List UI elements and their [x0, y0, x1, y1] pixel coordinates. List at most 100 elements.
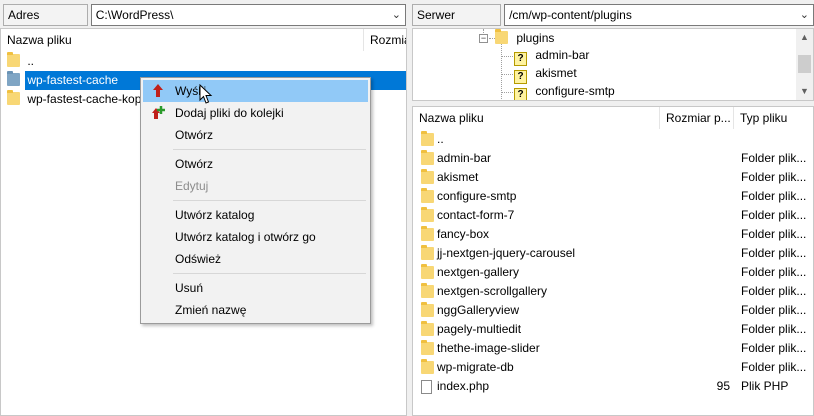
remote-path-combo[interactable]: /cm/wp-content/plugins ⌄ [504, 4, 814, 26]
file-name: akismet [437, 170, 479, 184]
file-type: Folder plik... [741, 360, 807, 374]
menu-separator [173, 200, 366, 201]
file-name: nextgen-scrollgallery [437, 284, 548, 298]
file-name: wp-migrate-db [437, 360, 514, 374]
tree-scrollbar[interactable]: ▲ ▼ [796, 29, 813, 100]
scroll-thumb[interactable] [798, 55, 811, 73]
table-row[interactable]: admin-bar Folder plik... [413, 149, 813, 168]
table-row[interactable]: nggGalleryview Folder plik... [413, 301, 813, 320]
file-name: admin-bar [437, 151, 492, 165]
menu-item-label: Edytuj [175, 179, 209, 193]
menu-item-dodaj-pliki-do-kolejki[interactable]: Dodaj pliki do kolejki [143, 102, 368, 124]
menu-item-label: Dodaj pliki do kolejki [175, 106, 284, 120]
menu-item-usun[interactable]: Usuń [143, 277, 368, 299]
tree-item-admin-bar[interactable]: ? admin-bar [514, 46, 589, 66]
file-type: Folder plik... [741, 265, 807, 279]
table-row[interactable]: fancy-box Folder plik... [413, 225, 813, 244]
folder-icon [7, 71, 20, 86]
scroll-down-icon[interactable]: ▼ [796, 83, 813, 100]
folder-icon [421, 359, 434, 374]
file-name: .. [437, 132, 444, 146]
table-row[interactable]: nextgen-gallery Folder plik... [413, 263, 813, 282]
folder-icon [421, 264, 434, 279]
folder-icon [7, 90, 20, 105]
menu-item-otworz[interactable]: Otwórz [143, 124, 368, 146]
scroll-up-icon[interactable]: ▲ [796, 29, 813, 46]
chevron-down-icon[interactable]: ⌄ [800, 5, 809, 25]
table-row[interactable]: nextgen-scrollgallery Folder plik... [413, 282, 813, 301]
file-type: Folder plik... [741, 189, 807, 203]
local-address-bar: Adres lokalny: C:\WordPress\ ⌄ [0, 0, 406, 42]
remote-column-size[interactable]: Rozmiar p... [660, 107, 733, 129]
file-type: Plik PHP [741, 379, 789, 393]
remote-file-list: ⌃ Nazwa pliku Rozmiar p... Typ pliku ..a… [412, 106, 814, 416]
table-row[interactable]: wp-migrate-db Folder plik... [413, 358, 813, 377]
table-row[interactable]: jj-nextgen-jquery-carousel Folder plik... [413, 244, 813, 263]
local-path-value: C:\WordPress\ [95, 8, 174, 22]
remote-column-type[interactable]: Typ pliku [734, 107, 813, 129]
collapse-icon[interactable]: − [479, 34, 488, 43]
remote-path-value: /cm/wp-content/plugins [509, 8, 632, 22]
table-row[interactable]: akismet Folder plik... [413, 168, 813, 187]
folder-icon [421, 207, 434, 222]
table-row[interactable]: configure-smtp Folder plik... [413, 187, 813, 206]
menu-item-edytuj: Edytuj [143, 175, 368, 197]
file-icon [421, 380, 432, 394]
menu-item-wyslij[interactable]: Wyślij [143, 80, 368, 102]
table-row[interactable]: pagely-multiedit Folder plik... [413, 320, 813, 339]
remote-column-name[interactable]: Nazwa pliku [413, 107, 659, 129]
folder-icon [421, 283, 434, 298]
menu-item-utworz-katalog[interactable]: Utwórz katalog [143, 204, 368, 226]
folder-icon [421, 245, 434, 260]
folder-icon [421, 321, 434, 336]
menu-separator [173, 149, 366, 150]
tree-item-label: configure-smtp [535, 84, 615, 98]
table-row[interactable]: thethe-image-slider Folder plik... [413, 339, 813, 358]
folder-icon [7, 52, 20, 67]
file-type: Folder plik... [741, 246, 807, 260]
folder-icon [495, 29, 508, 44]
file-name: wp-fastest-cache-kop [27, 92, 142, 106]
local-column-size[interactable]: Rozmia [364, 29, 406, 51]
file-name: nextgen-gallery [437, 265, 520, 279]
file-name: fancy-box [437, 227, 490, 241]
folder-icon [421, 131, 434, 146]
add-to-queue-icon [152, 106, 165, 119]
file-type: Folder plik... [741, 151, 807, 165]
table-row[interactable]: .. [413, 130, 813, 149]
tree-item-akismet[interactable]: ? akismet [514, 64, 577, 84]
remote-address-label: Serwer zdalny: [412, 4, 502, 42]
tree-line [501, 56, 513, 57]
remote-directory-tree: − plugins ? admin-bar ? akismet ? config… [412, 28, 814, 101]
file-name: jj-nextgen-jquery-carousel [437, 246, 576, 260]
ftp-client-window: Adres lokalny: C:\WordPress\ ⌄ Serwer zd… [0, 0, 814, 416]
menu-item-label: Otwórz [175, 157, 214, 171]
file-name: thethe-image-slider [437, 341, 540, 355]
file-type: Folder plik... [741, 208, 807, 222]
list-item[interactable]: .. [1, 52, 406, 71]
menu-item-label: Utwórz katalog [175, 208, 255, 222]
menu-item-utworz-katalog-i-otworz-go[interactable]: Utwórz katalog i otwórz go [143, 226, 368, 248]
local-path-combo[interactable]: C:\WordPress\ ⌄ [90, 4, 406, 26]
table-row[interactable]: index.php 95 Plik PHP [413, 377, 813, 396]
menu-item-otworz[interactable]: Otwórz [143, 153, 368, 175]
tree-item-configure-smtp[interactable]: ? configure-smtp [514, 82, 615, 100]
menu-item-zmien-nazwe[interactable]: Zmień nazwę [143, 299, 368, 321]
local-column-name[interactable]: Nazwa pliku [1, 29, 361, 51]
file-type: Folder plik... [741, 322, 807, 336]
chevron-down-icon[interactable]: ⌄ [392, 5, 401, 25]
file-type: Folder plik... [741, 303, 807, 317]
file-name: index.php [437, 379, 490, 393]
menu-separator [173, 273, 366, 274]
table-row[interactable]: contact-form-7 Folder plik... [413, 206, 813, 225]
folder-icon [421, 169, 434, 184]
menu-item-label: Usuń [175, 281, 204, 295]
folder-icon [421, 340, 434, 355]
remote-address-bar: Serwer zdalny: /cm/wp-content/plugins ⌄ [409, 0, 814, 42]
menu-item-label: Utwórz katalog i otwórz go [175, 230, 316, 244]
menu-item-odswiez[interactable]: Odśwież [143, 248, 368, 270]
folder-icon [421, 302, 434, 317]
file-name: .. [27, 54, 35, 68]
folder-icon [421, 188, 434, 203]
tree-item-label: akismet [535, 66, 577, 80]
